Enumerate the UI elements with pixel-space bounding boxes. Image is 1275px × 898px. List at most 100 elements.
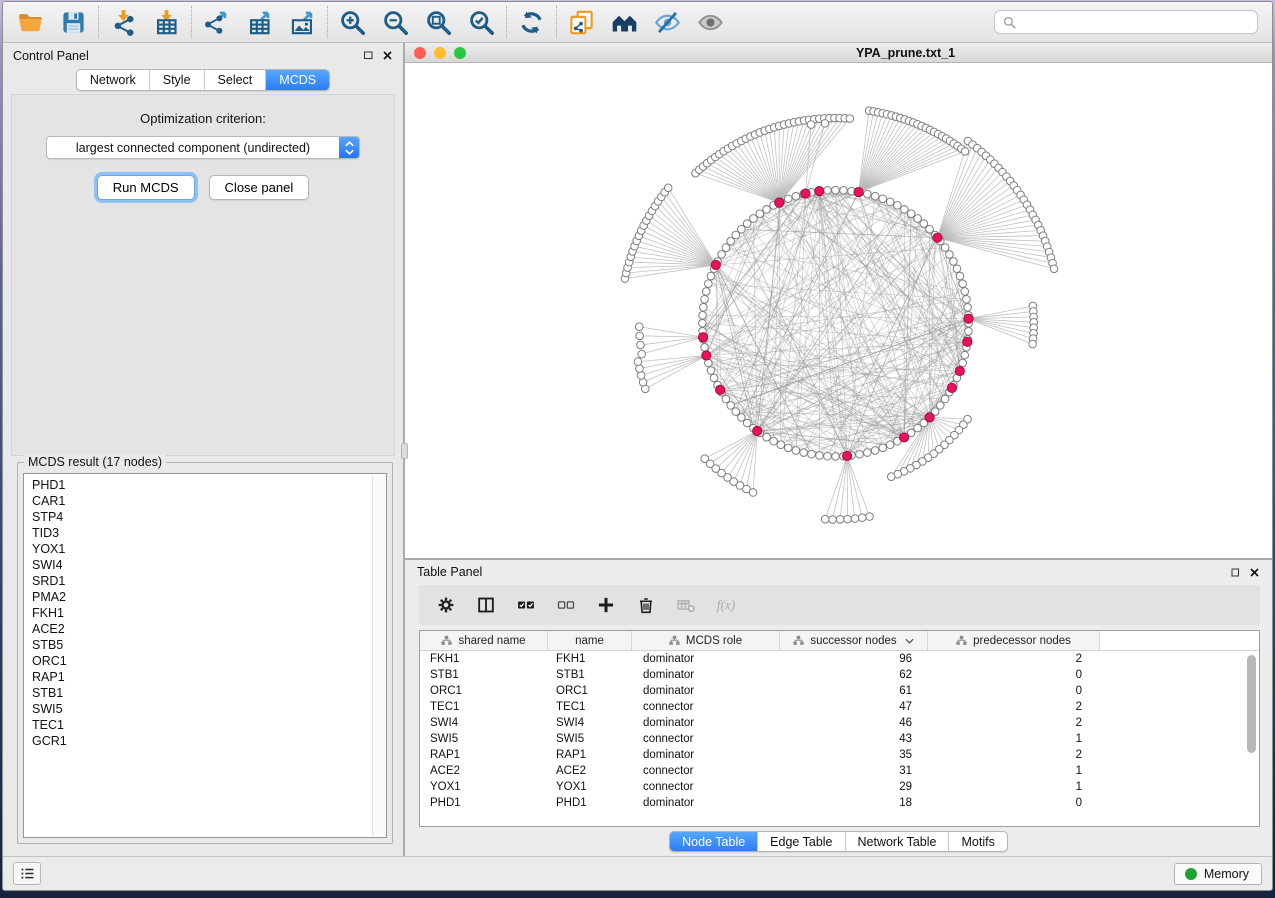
copy-view-button[interactable] [560,3,603,41]
split-panel-button[interactable] [475,594,497,616]
close-window-icon[interactable] [414,47,426,59]
table-row[interactable]: YOX1YOX1connector291 [420,779,1259,795]
table-cell: RAP1 [548,749,632,761]
show-hidden-button[interactable] [689,3,732,41]
table-row[interactable]: TEC1TEC1connector472 [420,699,1259,715]
import-table-button[interactable] [145,3,188,41]
table-cell: FKH1 [420,653,548,665]
column-header-successor-nodes[interactable]: successor nodes [780,631,928,650]
mcds-result-item[interactable]: STB1 [32,685,378,701]
hide-selected-button[interactable] [646,3,689,41]
table-panel-title: Table Panel [417,565,482,579]
shared-column-icon [669,635,680,646]
column-header-predecessor-nodes[interactable]: predecessor nodes [928,631,1100,650]
table-row[interactable]: SWI4SWI4dominator462 [420,715,1259,731]
mcds-result-item[interactable]: SRD1 [32,573,378,589]
network-graph[interactable] [405,63,1272,558]
mcds-result-item[interactable]: PMA2 [32,589,378,605]
mcds-result-item[interactable]: GCR1 [32,733,378,749]
mcds-result-item[interactable]: YOX1 [32,541,378,557]
table-cell: 0 [928,669,1100,681]
deselect-all-button[interactable] [555,594,577,616]
minimize-window-icon[interactable] [434,47,446,59]
mcds-list-scrollbar[interactable] [372,475,385,836]
splitter-handle[interactable] [401,443,408,459]
column-header-MCDS-role[interactable]: MCDS role [632,631,780,650]
mcds-result-item[interactable]: TID3 [32,525,378,541]
zoom-fit-button[interactable] [417,3,460,41]
run-mcds-button[interactable]: Run MCDS [97,175,195,200]
table-cell: 43 [780,733,928,745]
float-table-panel-icon[interactable] [1230,567,1241,578]
import-network-button[interactable] [102,3,145,41]
table-row[interactable]: PHD1PHD1dominator180 [420,795,1259,811]
zoom-out-button[interactable] [374,3,417,41]
close-panel-icon[interactable] [382,50,393,61]
mcds-result-item[interactable]: ORC1 [32,653,378,669]
save-button[interactable] [52,3,95,41]
tab-select[interactable]: Select [204,70,266,90]
shared-column-icon [956,635,967,646]
export-image-icon [289,9,316,36]
column-header-shared-name[interactable]: shared name [420,631,548,650]
first-neighbors-button[interactable] [603,3,646,41]
mcds-result-item[interactable]: STB5 [32,637,378,653]
table-row[interactable]: ACE2ACE2connector311 [420,763,1259,779]
mcds-result-title: MCDS result (17 nodes) [24,455,166,469]
maximize-window-icon[interactable] [454,47,466,59]
control-panel-title: Control Panel [13,49,89,63]
export-image-button[interactable] [281,3,324,41]
zoom-in-button[interactable] [331,3,374,41]
mcds-result-item[interactable]: TEC1 [32,717,378,733]
mcds-result-item[interactable]: PHD1 [32,477,378,493]
table-cell: 61 [780,685,928,697]
tab-mcds[interactable]: MCDS [265,70,329,90]
mcds-result-item[interactable]: SWI5 [32,701,378,717]
table-row[interactable]: FKH1FKH1dominator962 [420,651,1259,667]
add-column-button[interactable] [595,594,617,616]
settings-button[interactable] [435,594,457,616]
control-panel: Control Panel NetworkStyleSelectMCDS Opt… [3,43,405,856]
float-panel-icon[interactable] [363,50,374,61]
export-network-button[interactable] [195,3,238,41]
table-row[interactable]: RAP1RAP1dominator352 [420,747,1259,763]
tab-network[interactable]: Network [77,70,149,90]
table-row[interactable]: SWI5SWI5connector431 [420,731,1259,747]
task-history-button[interactable] [13,862,41,885]
optimization-criterion-label: Optimization criterion: [12,111,394,126]
select-all-button[interactable] [515,594,537,616]
search-input[interactable] [1021,15,1249,29]
table-row[interactable]: ORC1ORC1dominator610 [420,683,1259,699]
mcds-result-item[interactable]: CAR1 [32,493,378,509]
mcds-result-item[interactable]: SWI4 [32,557,378,573]
close-panel-button[interactable]: Close panel [209,175,310,200]
mcds-result-item[interactable]: ACE2 [32,621,378,637]
mcds-result-item[interactable]: FKH1 [32,605,378,621]
delete-column-button[interactable] [635,594,657,616]
open-button[interactable] [9,3,52,41]
tab-motifs[interactable]: Motifs [948,832,1006,851]
search-box[interactable] [994,10,1258,34]
tab-style[interactable]: Style [149,70,204,90]
mcds-result-item[interactable]: RAP1 [32,669,378,685]
mcds-result-list[interactable]: PHD1CAR1STP4TID3YOX1SWI4SRD1PMA2FKH1ACE2… [23,473,387,838]
network-window-titlebar[interactable]: YPA_prune.txt_1 [405,43,1272,63]
network-view-panel: YPA_prune.txt_1 [405,43,1272,560]
table-cell: TEC1 [420,701,548,713]
network-canvas[interactable] [405,63,1272,558]
column-header-name[interactable]: name [548,631,632,650]
tab-node-table[interactable]: Node Table [670,832,757,851]
export-table-button[interactable] [238,3,281,41]
tab-network-table[interactable]: Network Table [845,832,949,851]
zoom-selected-button[interactable] [460,3,503,41]
table-scrollbar[interactable] [1247,655,1256,753]
table-row[interactable]: STB1STB1dominator620 [420,667,1259,683]
first-neighbors-icon [611,9,638,36]
table-toolbar: f(x) [419,585,1260,625]
memory-button[interactable]: Memory [1174,863,1262,885]
optimization-criterion-select[interactable]: largest connected component (undirected) [46,136,360,159]
refresh-button[interactable] [510,3,553,41]
mcds-result-item[interactable]: STP4 [32,509,378,525]
close-table-panel-icon[interactable] [1249,567,1260,578]
tab-edge-table[interactable]: Edge Table [757,832,844,851]
